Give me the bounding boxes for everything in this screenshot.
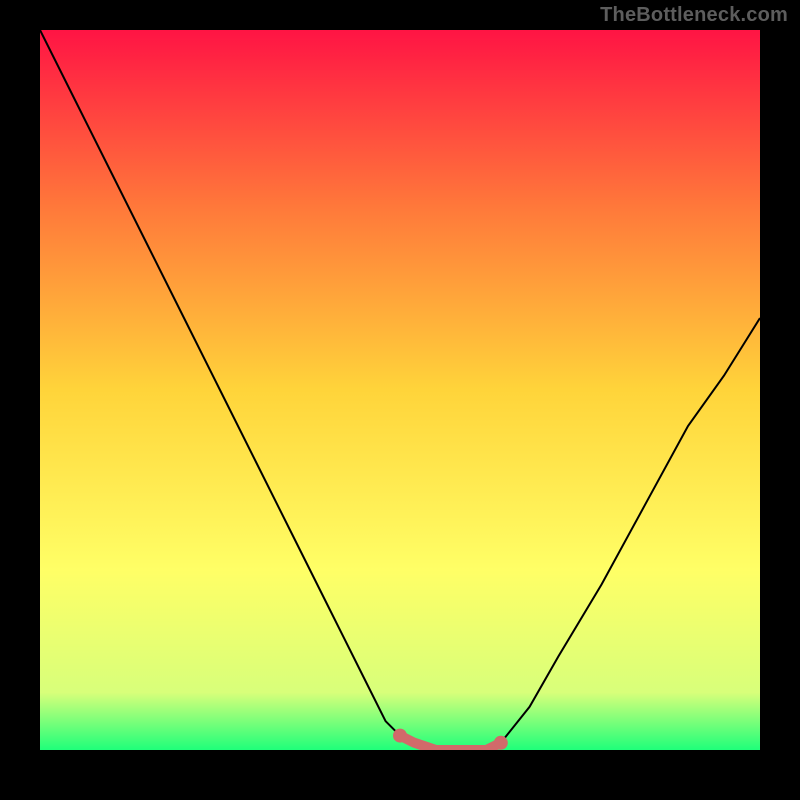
highlight-end-dot bbox=[393, 729, 407, 743]
highlight-end-dot bbox=[494, 736, 508, 750]
plot-frame bbox=[40, 30, 760, 750]
plot-svg bbox=[40, 30, 760, 750]
watermark-text: TheBottleneck.com bbox=[600, 4, 788, 27]
gradient-background bbox=[40, 30, 760, 750]
